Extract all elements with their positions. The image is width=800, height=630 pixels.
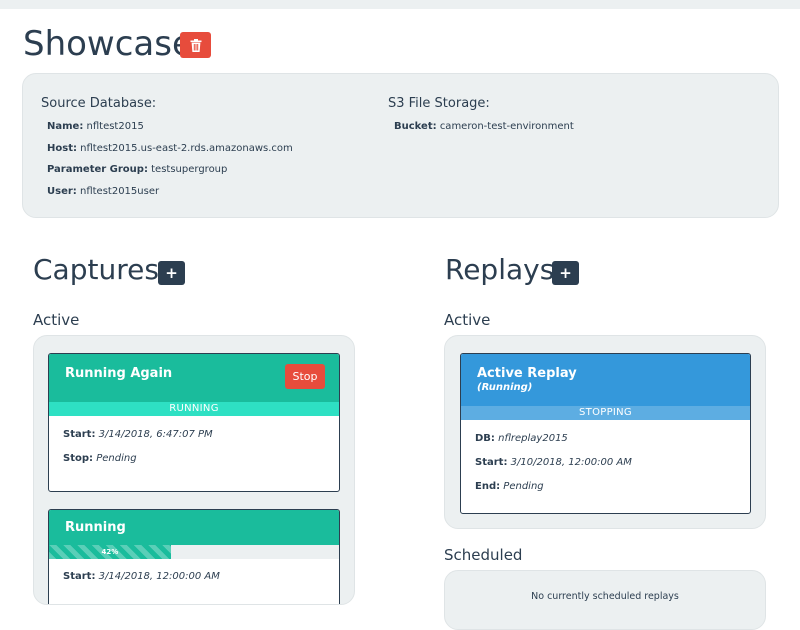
- capture-stop-row: Stop: Pending: [63, 453, 137, 464]
- source-database-section: Source Database: Name: nfltest2015 Host:…: [41, 96, 293, 207]
- add-replay-button[interactable]: +: [552, 261, 579, 285]
- status-badge: STOPPING: [461, 406, 750, 420]
- add-capture-button[interactable]: +: [158, 261, 185, 285]
- replay-card-body: DB: nflreplay2015 Start: 3/10/2018, 12:0…: [461, 420, 750, 493]
- environment-info-panel: Source Database: Name: nfltest2015 Host:…: [22, 73, 779, 218]
- delete-showcase-button[interactable]: [180, 32, 211, 58]
- source-database-heading: Source Database:: [41, 96, 157, 111]
- replays-active-label: Active: [444, 311, 491, 329]
- capture-card-header: Running Again Stop: [49, 354, 339, 402]
- replay-card[interactable]: Active Replay (Running) STOPPING DB: nfl…: [460, 353, 751, 514]
- file-storage-section: S3 File Storage: Bucket: cameron-test-en…: [388, 96, 574, 143]
- top-bar: [0, 0, 800, 9]
- page-title: Showcase: [23, 24, 193, 64]
- db-host-row: Host: nfltest2015.us-east-2.rds.amazonaw…: [47, 142, 293, 154]
- capture-start-row: Start: 3/14/2018, 6:47:07 PM: [63, 429, 213, 440]
- bucket-row: Bucket: cameron-test-environment: [394, 121, 574, 132]
- capture-card[interactable]: Running 42% Start: 3/14/2018, 12:00:00 A…: [48, 509, 340, 604]
- replay-subtitle: (Running): [477, 382, 533, 393]
- db-name-row: Name: nfltest2015: [47, 121, 144, 132]
- capture-card-header: Running: [49, 510, 339, 545]
- capture-progress-bar: 42%: [49, 545, 339, 559]
- replay-card-header: Active Replay (Running): [461, 354, 750, 406]
- progress-fill: 42%: [49, 545, 171, 559]
- trash-icon: [190, 38, 201, 52]
- plus-icon: +: [165, 263, 178, 282]
- db-parameter-group-row: Parameter Group: testsupergroup: [47, 164, 228, 175]
- status-badge: RUNNING: [49, 402, 339, 416]
- replay-title: Active Replay: [477, 366, 577, 381]
- capture-title: Running: [65, 520, 126, 535]
- db-user-row: User: nfltest2015user: [47, 185, 160, 197]
- replay-db-row: DB: nflreplay2015: [475, 433, 568, 444]
- capture-card-body: Start: 3/14/2018, 6:47:07 PM Stop: Pendi…: [49, 416, 339, 465]
- replay-end-row: End: Pending: [475, 481, 544, 492]
- capture-start-row: Start: 3/14/2018, 12:00:00 AM: [63, 571, 220, 582]
- capture-card-body: Start: 3/14/2018, 12:00:00 AM: [49, 559, 339, 583]
- replay-start-row: Start: 3/10/2018, 12:00:00 AM: [475, 457, 632, 468]
- scheduled-empty-message: No currently scheduled replays: [531, 591, 679, 602]
- captures-active-label: Active: [33, 311, 80, 329]
- scheduled-replays-well: No currently scheduled replays: [444, 570, 766, 630]
- stop-capture-button[interactable]: Stop: [285, 364, 325, 389]
- plus-icon: +: [559, 263, 572, 282]
- replays-scheduled-label: Scheduled: [444, 546, 523, 564]
- capture-card[interactable]: Running Again Stop RUNNING Start: 3/14/2…: [48, 353, 340, 492]
- captures-title: Captures: [33, 253, 159, 286]
- file-storage-heading: S3 File Storage:: [388, 96, 490, 111]
- active-replays-well: Active Replay (Running) STOPPING DB: nfl…: [444, 335, 766, 529]
- replays-title: Replays: [445, 253, 555, 286]
- active-captures-well: Running Again Stop RUNNING Start: 3/14/2…: [33, 335, 355, 605]
